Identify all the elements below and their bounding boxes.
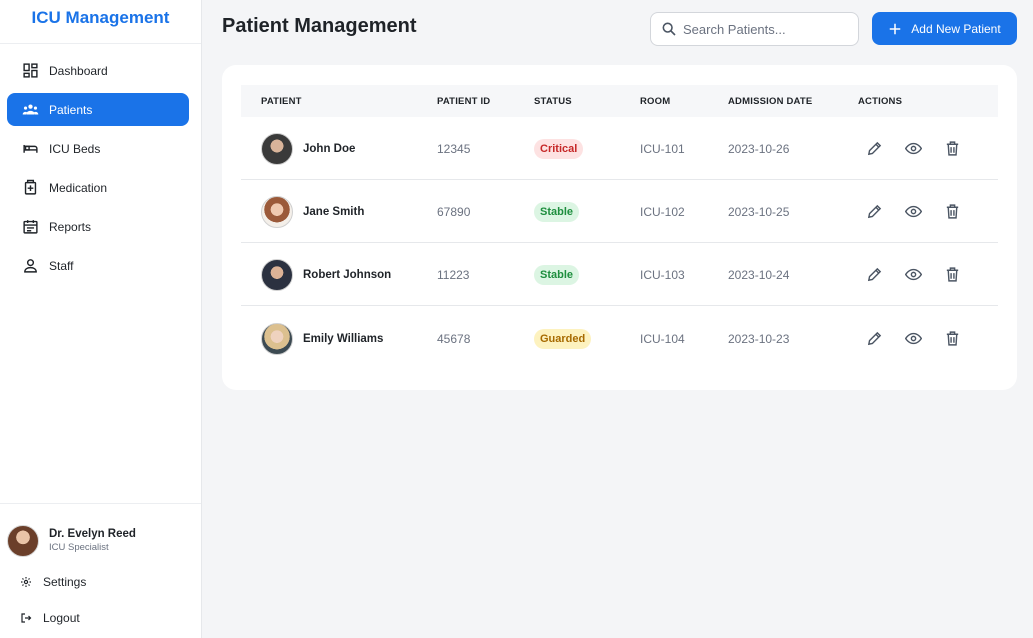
patient-name[interactable]: Robert Johnson [303, 269, 391, 281]
sidebar-item-label: ICU Beds [49, 141, 101, 156]
search-input[interactable] [683, 21, 853, 37]
sidebar-item-dashboard[interactable]: Dashboard [7, 54, 189, 87]
user-name: Dr. Evelyn Reed [49, 528, 136, 540]
sidebar-item-medication[interactable]: Medication [7, 171, 189, 204]
avatar [261, 322, 293, 355]
table-row[interactable]: Emily Williams 45678 Guarded ICU-104 202… [241, 307, 998, 370]
page-title: Patient Management [222, 15, 417, 37]
sidebar-item-staff[interactable]: Staff [7, 249, 189, 282]
room: ICU-101 [640, 141, 685, 156]
sidebar-footer: Dr. Evelyn Reed ICU Specialist Settings … [0, 503, 201, 636]
sidebar-item-label: Staff [49, 258, 74, 273]
patients-card: PATIENT PATIENT ID STATUS ROOM ADMISSION… [222, 65, 1017, 390]
sidebar-item-label: Medication [49, 180, 108, 195]
edit-icon[interactable] [865, 140, 883, 158]
user-profile[interactable]: Dr. Evelyn Reed ICU Specialist [0, 504, 201, 564]
delete-icon[interactable] [943, 266, 961, 284]
view-icon[interactable] [904, 330, 922, 348]
sidebar-item-icu-beds[interactable]: ICU Beds [7, 132, 189, 165]
medication-icon [21, 179, 39, 197]
logout-label: Logout [43, 611, 80, 625]
plus-icon [890, 23, 901, 34]
sidebar-item-label: Dashboard [49, 63, 108, 78]
admission-date: 2023-10-25 [728, 204, 790, 219]
search-icon [662, 22, 676, 36]
edit-icon[interactable] [865, 203, 883, 221]
sidebar-item-label: Reports [49, 219, 92, 234]
table-row[interactable]: Jane Smith 67890 Stable ICU-102 2023-10-… [241, 180, 998, 243]
table-row[interactable]: John Doe 12345 Critical ICU-101 2023-10-… [241, 117, 998, 180]
patient-id: 12345 [437, 141, 471, 156]
status-badge: Guarded [534, 328, 592, 349]
patient-name[interactable]: Emily Williams [303, 333, 383, 345]
patient-id: 67890 [437, 204, 471, 219]
table-header: PATIENT PATIENT ID STATUS ROOM ADMISSION… [241, 85, 998, 117]
logout-icon [21, 613, 32, 623]
sidebar-item-patients[interactable]: Patients [7, 93, 189, 126]
patient-name[interactable]: Jane Smith [303, 206, 364, 218]
avatar [7, 524, 39, 557]
sidebar-item-label: Patients [49, 102, 93, 117]
logout-link[interactable]: Logout [0, 600, 201, 636]
view-icon[interactable] [904, 203, 922, 221]
search-box[interactable] [650, 12, 859, 46]
status-badge: Stable [534, 201, 580, 222]
column-header-status[interactable]: STATUS [534, 96, 572, 107]
sidebar: ICU Management Dashboard Patients ICU Be… [0, 0, 202, 638]
patient-name[interactable]: John Doe [303, 143, 355, 155]
app-title: ICU Management [0, 0, 201, 44]
column-header-actions: ACTIONS [858, 95, 903, 107]
user-role: ICU Specialist [49, 542, 109, 553]
dashboard-icon [21, 62, 39, 80]
patient-id: 11223 [437, 267, 470, 282]
delete-icon[interactable] [943, 203, 961, 221]
patient-id: 45678 [437, 331, 471, 346]
room: ICU-104 [640, 331, 685, 346]
sidebar-item-reports[interactable]: Reports [7, 210, 189, 243]
room: ICU-103 [640, 267, 685, 282]
bed-icon [21, 140, 39, 158]
delete-icon[interactable] [943, 140, 961, 158]
person-icon [21, 257, 39, 275]
add-new-patient-label: Add New Patient [911, 21, 1001, 36]
add-new-patient-button[interactable]: Add New Patient [872, 12, 1017, 45]
admission-date: 2023-10-24 [728, 267, 790, 282]
view-icon[interactable] [904, 266, 922, 284]
admission-date: 2023-10-26 [728, 141, 790, 156]
patients-icon [21, 101, 39, 119]
avatar [261, 258, 293, 291]
edit-icon[interactable] [865, 266, 883, 284]
sidebar-nav: Dashboard Patients ICU Beds Medication R… [7, 54, 189, 288]
settings-label: Settings [43, 575, 87, 589]
settings-link[interactable]: Settings [0, 564, 201, 600]
avatar [261, 132, 293, 165]
status-badge: Stable [534, 264, 580, 285]
column-header-patient[interactable]: PATIENT [261, 96, 302, 107]
gear-icon [21, 577, 31, 587]
room: ICU-102 [640, 204, 685, 219]
table-row[interactable]: Robert Johnson 11223 Stable ICU-103 2023… [241, 243, 998, 306]
view-icon[interactable] [904, 140, 922, 158]
column-header-admission-date[interactable]: ADMISSION DATE [728, 96, 812, 107]
calendar-icon [21, 218, 39, 236]
status-badge: Critical [534, 138, 584, 159]
column-header-patient-id[interactable]: PATIENT ID [437, 96, 490, 107]
delete-icon[interactable] [943, 330, 961, 348]
admission-date: 2023-10-23 [728, 331, 790, 346]
edit-icon[interactable] [865, 330, 883, 348]
avatar [261, 195, 293, 228]
column-header-room[interactable]: ROOM [640, 96, 670, 107]
